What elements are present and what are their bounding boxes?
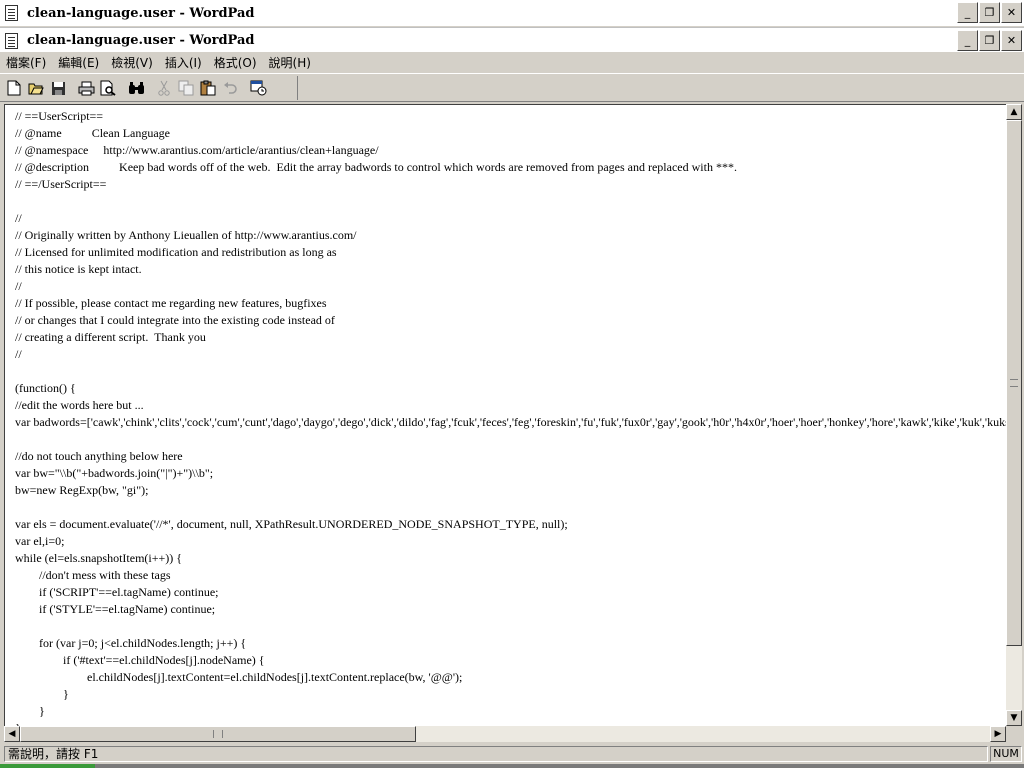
print-preview-icon [100, 80, 116, 96]
minimize-icon: _ [964, 6, 971, 19]
copy-button[interactable] [175, 77, 197, 99]
scroll-left-button[interactable]: ◀ [4, 726, 20, 742]
menu-help[interactable]: 說明(H) [263, 54, 317, 71]
restore-icon: ❐ [984, 6, 995, 19]
new-button[interactable] [3, 77, 25, 99]
standard-toolbar [3, 76, 298, 100]
menu-bar: 檔案(F) 編輯(E) 檢視(V) 插入(I) 格式(O) 說明(H) [0, 52, 1024, 72]
document-editor[interactable]: // ==UserScript== // @name Clean Languag… [4, 104, 1007, 727]
horizontal-scroll-thumb[interactable] [20, 726, 416, 742]
inner-window-title: clean-language.user - WordPad [27, 33, 255, 48]
undo-icon [224, 82, 237, 94]
print-button[interactable] [75, 77, 97, 99]
find-button[interactable] [125, 77, 147, 99]
status-bar: 需說明，請按 F1 NUM [0, 744, 1024, 764]
arrow-up-icon: ▲ [1010, 107, 1018, 117]
print-icon [78, 81, 94, 95]
menu-insert[interactable]: 插入(I) [159, 54, 208, 71]
restore-button[interactable]: ❐ [979, 30, 1000, 51]
arrow-left-icon: ◀ [8, 729, 16, 739]
document-text[interactable]: // ==UserScript== // @name Clean Languag… [5, 105, 1007, 727]
vertical-scrollbar[interactable]: ▲ ▼ [1006, 104, 1022, 726]
new-icon [7, 80, 21, 96]
scroll-up-button[interactable]: ▲ [1006, 104, 1022, 120]
save-button[interactable] [47, 77, 69, 99]
cut-button[interactable] [153, 77, 175, 99]
save-icon [51, 81, 65, 95]
close-button[interactable]: ✕ [1001, 2, 1022, 23]
insert-datetime-icon [250, 80, 266, 96]
menu-view[interactable]: 檢視(V) [105, 54, 159, 71]
undo-button[interactable] [219, 77, 241, 99]
arrow-down-icon: ▼ [1010, 713, 1018, 723]
grip-icon [1010, 379, 1018, 387]
inner-window-controls: _ ❐ ✕ [957, 30, 1022, 51]
horizontal-scrollbar[interactable]: ◀ ▶ [4, 726, 1006, 742]
paste-button[interactable] [197, 77, 219, 99]
outer-window-title: clean-language.user - WordPad [27, 5, 255, 21]
menu-file[interactable]: 檔案(F) [0, 54, 52, 71]
outer-window-controls: _ ❐ ✕ [957, 2, 1022, 23]
arrow-right-icon: ▶ [994, 729, 1002, 739]
restore-icon: ❐ [984, 34, 995, 47]
cut-icon [158, 80, 170, 96]
close-icon: ✕ [1006, 34, 1017, 47]
status-help-text: 需說明，請按 F1 [4, 746, 988, 762]
vertical-scroll-thumb[interactable] [1006, 120, 1022, 646]
insert-datetime-button[interactable] [247, 77, 269, 99]
scroll-corner [1006, 726, 1022, 742]
wordpad-doc-icon[interactable] [5, 5, 18, 21]
close-icon: ✕ [1006, 6, 1017, 19]
minimize-button[interactable]: _ [957, 2, 978, 23]
menu-edit[interactable]: 編輯(E) [52, 54, 105, 71]
open-icon [28, 83, 44, 95]
minimize-icon: _ [964, 34, 971, 47]
scroll-right-button[interactable]: ▶ [990, 726, 1006, 742]
num-lock-indicator: NUM [990, 746, 1022, 762]
close-button[interactable]: ✕ [1001, 30, 1022, 51]
restore-button[interactable]: ❐ [979, 2, 1000, 23]
print-preview-button[interactable] [97, 77, 119, 99]
find-icon [128, 82, 144, 94]
scroll-down-button[interactable]: ▼ [1006, 710, 1022, 726]
copy-icon [178, 80, 194, 96]
taskbar-edge [0, 764, 1024, 768]
inner-title-bar[interactable]: clean-language.user - WordPad _ ❐ ✕ [0, 27, 1024, 53]
minimize-button[interactable]: _ [957, 30, 978, 51]
outer-title-bar[interactable]: clean-language.user - WordPad _ ❐ ✕ [0, 0, 1024, 26]
grip-icon [213, 730, 223, 738]
open-button[interactable] [25, 77, 47, 99]
start-button-edge[interactable] [0, 764, 95, 768]
toolbar [0, 73, 1024, 102]
paste-icon [200, 80, 216, 96]
wordpad-doc-icon[interactable] [5, 32, 18, 49]
menu-format[interactable]: 格式(O) [208, 54, 263, 71]
